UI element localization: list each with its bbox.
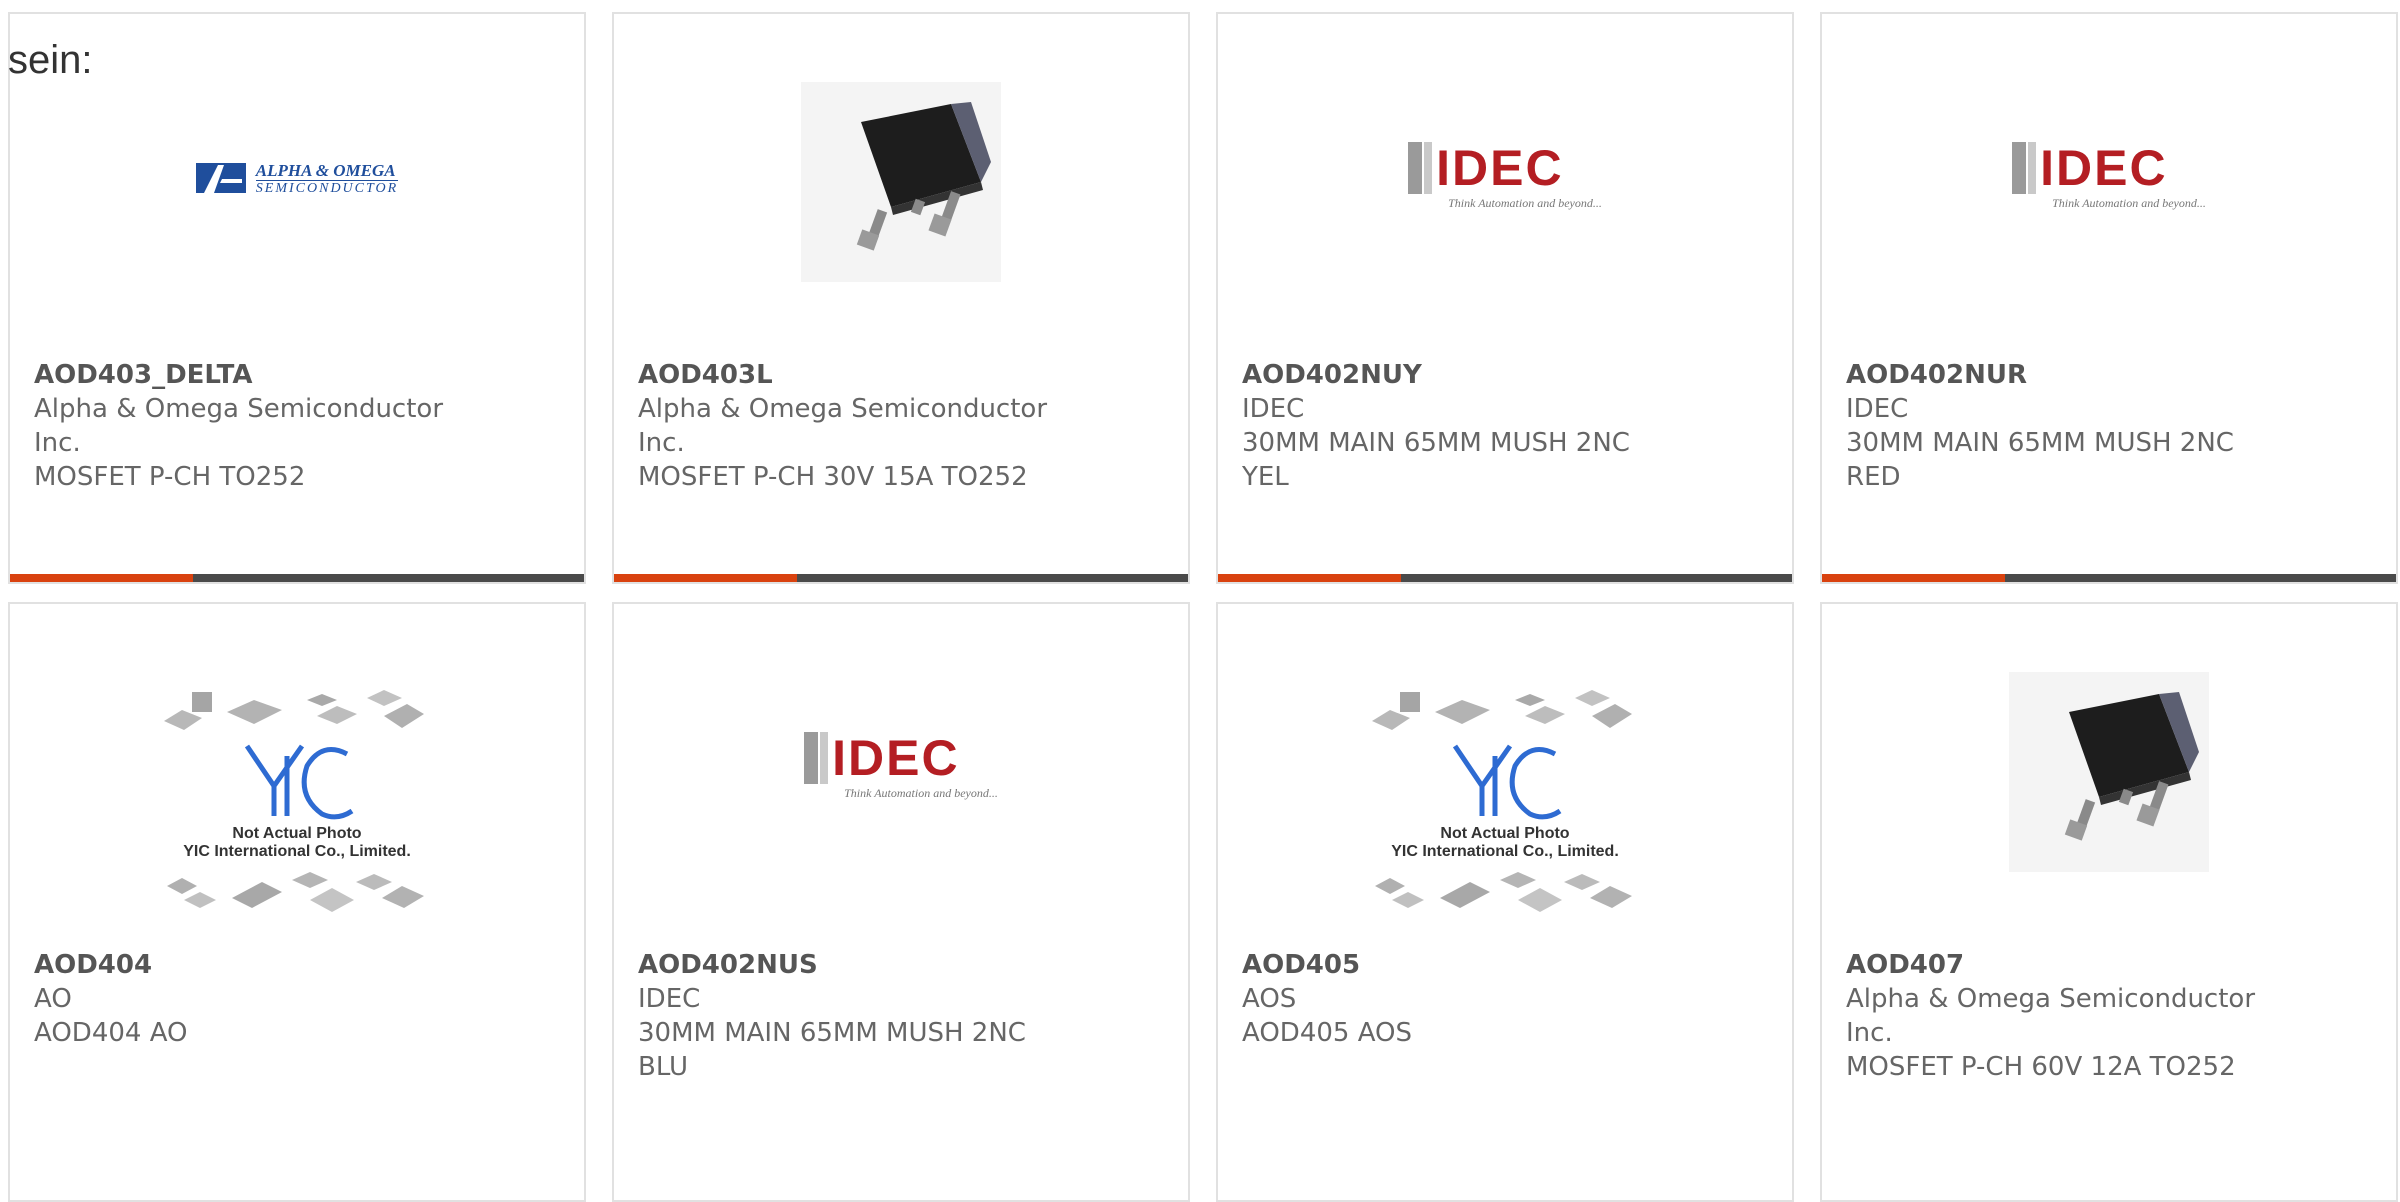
- product-image[interactable]: ALPHA & OMEGA SEMICONDUCTOR: [10, 159, 584, 199]
- card-bottom-bar: [10, 574, 584, 582]
- product-description: RED: [1846, 462, 1901, 492]
- product-image[interactable]: [614, 82, 1188, 282]
- manufacturer-name: Alpha & Omega Semiconductor: [638, 394, 1048, 424]
- product-description: AOD405 AOS: [1242, 1018, 1413, 1048]
- card-bar-accent: [1822, 574, 2005, 582]
- product-card[interactable]: IDEC Think Automation and beyond... AOD402…: [1216, 12, 1794, 584]
- product-image[interactable]: IDEC Think Automation and beyond...: [614, 732, 1188, 801]
- yic-not-actual-photo: Not Actual PhotoYIC International Co., L…: [164, 690, 424, 912]
- manufacturer-name: Alpha & Omega Semiconductor: [34, 394, 444, 424]
- product-info: AOD402NUR IDEC 30MM MAIN 65MM MUSH 2NC RED: [1846, 358, 2372, 494]
- yic-caption-line1: Not Actual Photo: [232, 825, 361, 842]
- idec-logo-text: IDEC: [2040, 140, 2168, 196]
- part-number[interactable]: AOD405: [1242, 948, 1768, 982]
- part-number[interactable]: AOD402NUR: [1846, 358, 2372, 392]
- product-card[interactable]: Not Actual Photo YIC International Co., L…: [1216, 602, 1794, 1202]
- part-number[interactable]: AOD403L: [638, 358, 1164, 392]
- manufacturer-name: IDEC: [1846, 394, 1909, 424]
- manufacturer-name: Alpha & Omega Semiconductor: [1846, 984, 2256, 1014]
- product-description: 30MM MAIN 65MM MUSH 2NC: [1242, 428, 1630, 458]
- to252-package-photo: [2009, 672, 2209, 872]
- product-description: BLU: [638, 1052, 689, 1082]
- product-description: MOSFET P-CH 30V 15A TO252: [638, 462, 1028, 492]
- product-card[interactable]: ALPHA & OMEGA SEMICONDUCTOR AOD403_DELTA Al…: [8, 12, 586, 584]
- card-bottom-bar: [1218, 574, 1792, 582]
- product-image[interactable]: IDEC Think Automation and beyond...: [1822, 142, 2396, 211]
- yic-not-actual-photo: Not Actual PhotoYIC International Co., L…: [1372, 690, 1632, 912]
- product-card[interactable]: AOD403L Alpha & Omega Semiconductor Inc. MO…: [612, 12, 1190, 584]
- part-number[interactable]: AOD404: [34, 948, 560, 982]
- product-description: 30MM MAIN 65MM MUSH 2NC: [1846, 428, 2234, 458]
- ao-logo-line2: SEMICONDUCTOR: [255, 179, 399, 196]
- yic-caption-line1: Not Actual Photo: [1440, 825, 1569, 842]
- idec-logo: IDEC Think Automation and beyond...: [1408, 142, 1602, 211]
- idec-tagline: Think Automation and beyond...: [1448, 196, 1602, 210]
- card-bar-accent: [614, 574, 797, 582]
- part-number[interactable]: AOD402NUY: [1242, 358, 1768, 392]
- card-bottom-bar: [1822, 574, 2396, 582]
- manufacturer-name: Inc.: [638, 428, 685, 458]
- idec-logo-text: IDEC: [832, 730, 960, 786]
- idec-tagline: Think Automation and beyond...: [844, 786, 998, 800]
- product-image[interactable]: [1822, 672, 2396, 872]
- idec-logo-text: IDEC: [1436, 140, 1564, 196]
- product-info: AOD402NUY IDEC 30MM MAIN 65MM MUSH 2NC YEL: [1242, 358, 1768, 494]
- manufacturer-name: Inc.: [1846, 1018, 1893, 1048]
- product-info: AOD407 Alpha & Omega Semiconductor Inc. MOS…: [1846, 948, 2372, 1084]
- yic-caption-line2: YIC International Co., Limited.: [183, 843, 411, 860]
- product-description: MOSFET P-CH TO252: [34, 462, 306, 492]
- idec-tagline: Think Automation and beyond...: [2052, 196, 2206, 210]
- card-bar-accent: [1218, 574, 1401, 582]
- product-info: AOD402NUS IDEC 30MM MAIN 65MM MUSH 2NC BLU: [638, 948, 1164, 1084]
- part-number[interactable]: AOD403_DELTA: [34, 358, 560, 392]
- manufacturer-name: Inc.: [34, 428, 81, 458]
- to252-package-photo: [801, 82, 1001, 282]
- part-number[interactable]: AOD402NUS: [638, 948, 1164, 982]
- idec-logo: IDEC Think Automation and beyond...: [804, 732, 998, 801]
- part-number[interactable]: AOD407: [1846, 948, 2372, 982]
- manufacturer-name: AO: [34, 984, 72, 1014]
- manufacturer-name: AOS: [1242, 984, 1297, 1014]
- idec-logo: IDEC Think Automation and beyond...: [2012, 142, 2206, 211]
- product-image[interactable]: IDEC Think Automation and beyond...: [1218, 142, 1792, 211]
- product-description: MOSFET P-CH 60V 12A TO252: [1846, 1052, 2236, 1082]
- manufacturer-name: IDEC: [638, 984, 701, 1014]
- product-description: AOD404 AO: [34, 1018, 188, 1048]
- product-info: AOD403L Alpha & Omega Semiconductor Inc. MO…: [638, 358, 1164, 494]
- alpha-omega-logo: ALPHA & OMEGA SEMICONDUCTOR: [195, 159, 399, 199]
- product-card[interactable]: Not Actual Photo YIC International Co., L…: [8, 602, 586, 1202]
- yic-caption-line2: YIC International Co., Limited.: [1391, 843, 1619, 860]
- card-bottom-bar: [614, 574, 1188, 582]
- product-description: YEL: [1242, 462, 1289, 492]
- product-info: AOD403_DELTA Alpha & Omega Semiconductor I…: [34, 358, 560, 494]
- page-heading: sein:: [8, 38, 93, 82]
- ao-logo-line1: ALPHA & OMEGA: [255, 160, 396, 180]
- product-image[interactable]: Not Actual Photo YIC International Co., L…: [1218, 686, 1792, 926]
- product-card[interactable]: IDEC Think Automation and beyond... AOD402…: [612, 602, 1190, 1202]
- product-info: AOD404 AO AOD404 AO: [34, 948, 560, 1050]
- product-card[interactable]: IDEC Think Automation and beyond... AOD402…: [1820, 12, 2398, 584]
- product-description: 30MM MAIN 65MM MUSH 2NC: [638, 1018, 1026, 1048]
- product-card[interactable]: AOD407 Alpha & Omega Semiconductor Inc. MOS…: [1820, 602, 2398, 1202]
- card-bar-accent: [10, 574, 193, 582]
- manufacturer-name: IDEC: [1242, 394, 1305, 424]
- product-info: AOD405 AOS AOD405 AOS: [1242, 948, 1768, 1050]
- product-image[interactable]: Not Actual Photo YIC International Co., L…: [10, 686, 584, 926]
